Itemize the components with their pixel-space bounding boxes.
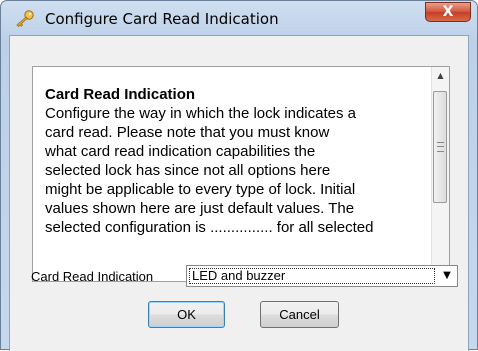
ok-button[interactable]: OK — [148, 301, 225, 328]
description-text: Card Read Indication Configure the way i… — [45, 85, 421, 237]
cancel-button[interactable]: Cancel — [260, 301, 339, 328]
description-line: selected lock has since not all options … — [45, 162, 331, 179]
description-line: card read. Please note that you must kno… — [45, 124, 330, 141]
chevron-down-icon[interactable]: ▼ — [439, 267, 455, 285]
description-line: selected configuration is ..............… — [45, 219, 374, 236]
close-icon: X — [442, 4, 454, 20]
key-icon — [15, 10, 35, 28]
select-value: LED and buzzer — [189, 268, 435, 284]
description-textbox[interactable]: Card Read Indication Configure the way i… — [32, 66, 450, 282]
title-bar[interactable]: Configure Card Read Indication X — [1, 1, 477, 35]
description-line: Configure the way in which the lock indi… — [45, 105, 357, 122]
close-button[interactable]: X — [425, 2, 471, 22]
dialog-body: Card Read Indication Configure the way i… — [9, 35, 469, 351]
vertical-scrollbar[interactable]: ▲ ▼ — [431, 67, 449, 281]
description-line: might be applicable to every type of loc… — [45, 181, 356, 198]
window-title: Configure Card Read Indication — [45, 10, 279, 28]
card-read-indication-select[interactable]: LED and buzzer ▼ — [186, 265, 458, 287]
card-read-indication-label: Card Read Indication — [31, 269, 154, 284]
dialog-window: Configure Card Read Indication X Card Re… — [0, 0, 478, 351]
scroll-up-icon[interactable]: ▲ — [432, 67, 449, 84]
description-line: values shown here are just default value… — [45, 200, 355, 217]
scroll-thumb[interactable] — [433, 91, 447, 203]
grip-icon — [437, 142, 444, 152]
description-line: what card read indication capabilities t… — [45, 143, 316, 160]
description-heading: Card Read Indication — [45, 86, 196, 103]
